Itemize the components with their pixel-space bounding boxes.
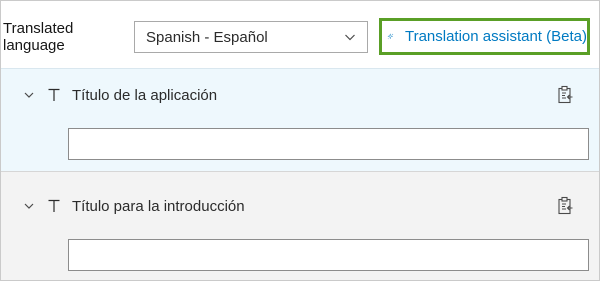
field-header: Título para la introducción (1, 194, 599, 218)
field-header: Título de la aplicación (1, 83, 599, 107)
translation-assistant-label: Translation assistant (Beta) (404, 28, 587, 45)
sparkle-icon (387, 33, 394, 40)
field-label: Título de la aplicación (72, 86, 218, 104)
app-title-translation-input[interactable] (68, 128, 589, 160)
translated-language-label: Translated language (3, 20, 74, 54)
translation-field-intro-title: Título para la introducción (1, 171, 599, 280)
chevron-down-icon[interactable] (22, 199, 36, 213)
translation-header: Translated language Spanish - Español Tr… (1, 1, 599, 68)
language-select[interactable]: Spanish - Español (134, 21, 368, 53)
translation-panel: Translated language Spanish - Español Tr… (0, 0, 600, 281)
intro-title-translation-input[interactable] (68, 239, 589, 271)
text-t-icon (48, 88, 60, 101)
chevron-down-icon (345, 34, 355, 41)
translation-field-app-title: Título de la aplicación (1, 68, 599, 171)
clipboard-paste-icon[interactable] (556, 196, 574, 216)
chevron-down-icon[interactable] (22, 88, 36, 102)
text-t-icon (48, 199, 60, 212)
clipboard-paste-icon[interactable] (556, 85, 574, 105)
translation-assistant-button[interactable]: Translation assistant (Beta) (379, 18, 590, 55)
field-label: Título para la introducción (72, 197, 245, 215)
language-select-value: Spanish - Español (146, 28, 268, 46)
